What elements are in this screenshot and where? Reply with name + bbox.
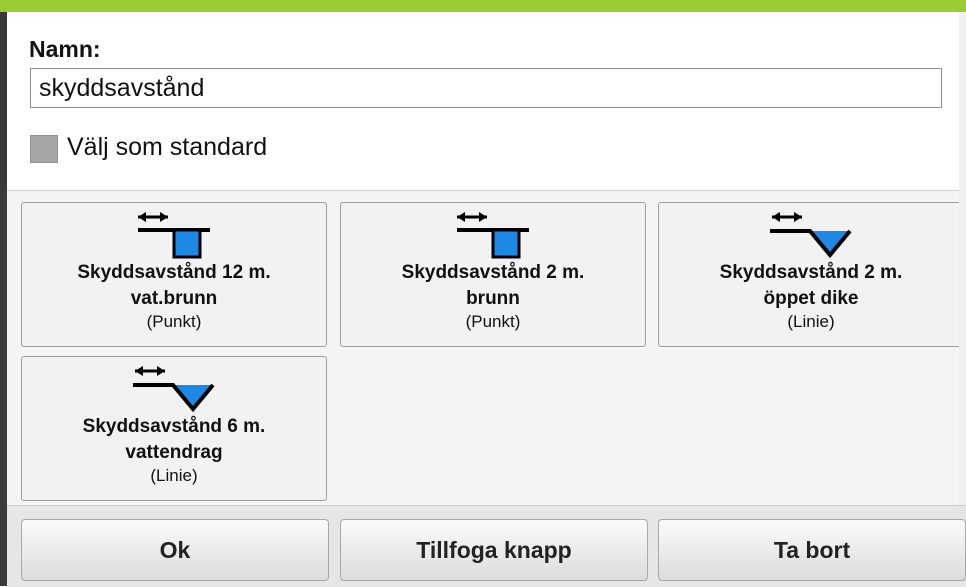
name-section: Namn: Välj som standard [7,12,966,191]
tile-title-line1: Skyddsavstånd 2 m. [401,262,585,283]
tile-title-line2: öppet dike [763,288,859,309]
tile-type: (Linie) [787,312,835,331]
delete-button[interactable]: Ta bort [658,519,966,581]
tile-title-line2: vat.brunn [130,288,218,309]
symbol-button-skyddsavstand-6-vattendrag[interactable]: Skyddsavstånd 6 m. vattendrag (Linie) [21,356,327,501]
scrollbar[interactable] [959,12,966,505]
name-input[interactable] [30,68,942,108]
ditch-distance-icon [133,366,215,413]
tile-title-line1: Skyddsavstånd 12 m. [77,262,271,283]
default-checkbox-label[interactable]: Välj som standard [67,133,267,162]
well-distance-icon [138,212,210,259]
window-accent-bar [0,0,966,12]
tile-title-line2: brunn [466,288,520,309]
ditch-distance-icon [770,212,852,259]
tile-title-line1: Skyddsavstånd 6 m. [82,416,266,437]
tile-title-line2: vattendrag [125,442,223,463]
symbol-button-skyddsavstand-2-brunn[interactable]: Skyddsavstånd 2 m. brunn (Punkt) [340,202,646,347]
symbol-button-skyddsavstand-2-oppet-dike[interactable]: Skyddsavstånd 2 m. öppet dike (Linie) [658,202,964,347]
tile-type: (Linie) [150,466,198,485]
button-editor-panel: Namn: Välj som standard Skyddsavstånd 12… [7,12,966,587]
well-distance-icon [457,212,529,259]
action-bar: Ok Tillfoga knapp Ta bort [7,505,966,587]
tile-title-line1: Skyddsavstånd 2 m. [719,262,903,283]
default-checkbox[interactable] [30,135,58,163]
ok-button[interactable]: Ok [21,519,329,581]
window-left-edge [0,12,7,586]
add-button-button[interactable]: Tillfoga knapp [340,519,648,581]
tile-type: (Punkt) [465,312,521,331]
symbol-button-skyddsavstand-12-vatbrunn[interactable]: Skyddsavstånd 12 m. vat.brunn (Punkt) [21,202,327,347]
tile-type: (Punkt) [146,312,202,331]
name-label: Namn: [29,36,101,62]
symbol-button-grid: Skyddsavstånd 12 m. vat.brunn (Punkt) Sk… [7,191,966,505]
